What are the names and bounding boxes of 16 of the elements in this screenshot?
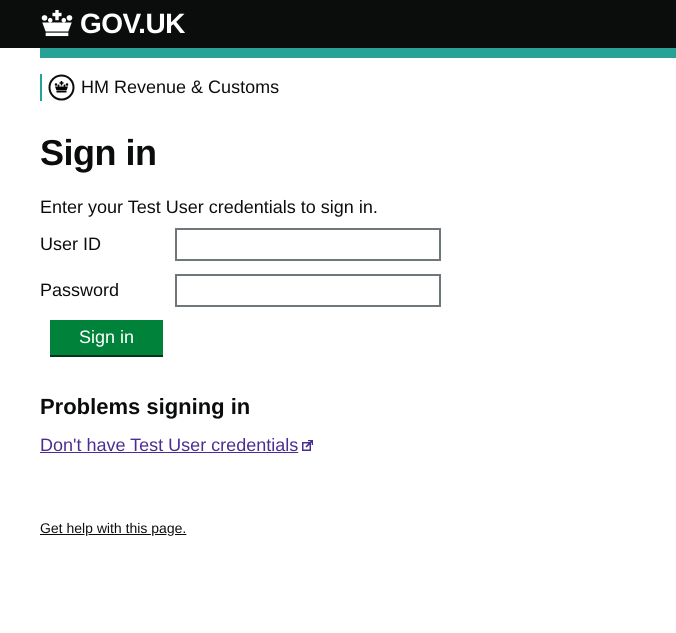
department-name[interactable]: HM Revenue & Customs: [81, 77, 280, 98]
field-label: Password: [40, 280, 120, 301]
crown-icon: [40, 10, 74, 38]
external-link-icon: [302, 440, 314, 451]
logo-text: GOV.UK: [80, 10, 185, 38]
help-link[interactable]: Get help with this page.: [40, 520, 636, 536]
sign-in-button[interactable]: Sign in: [50, 320, 163, 355]
input-field[interactable]: [175, 274, 441, 307]
intro-text: Enter your Test User credentials to sign in.: [40, 197, 379, 218]
credentials-link[interactable]: Don't have Test User credentials: [40, 435, 314, 456]
page-heading: Sign in: [40, 133, 158, 173]
govuk-logo[interactable]: GOV.UK: [40, 10, 185, 38]
crest-icon: [48, 74, 75, 101]
field-label: User ID: [40, 234, 102, 255]
input-field[interactable]: [175, 228, 441, 261]
section-heading: Problems signing in: [40, 393, 252, 421]
